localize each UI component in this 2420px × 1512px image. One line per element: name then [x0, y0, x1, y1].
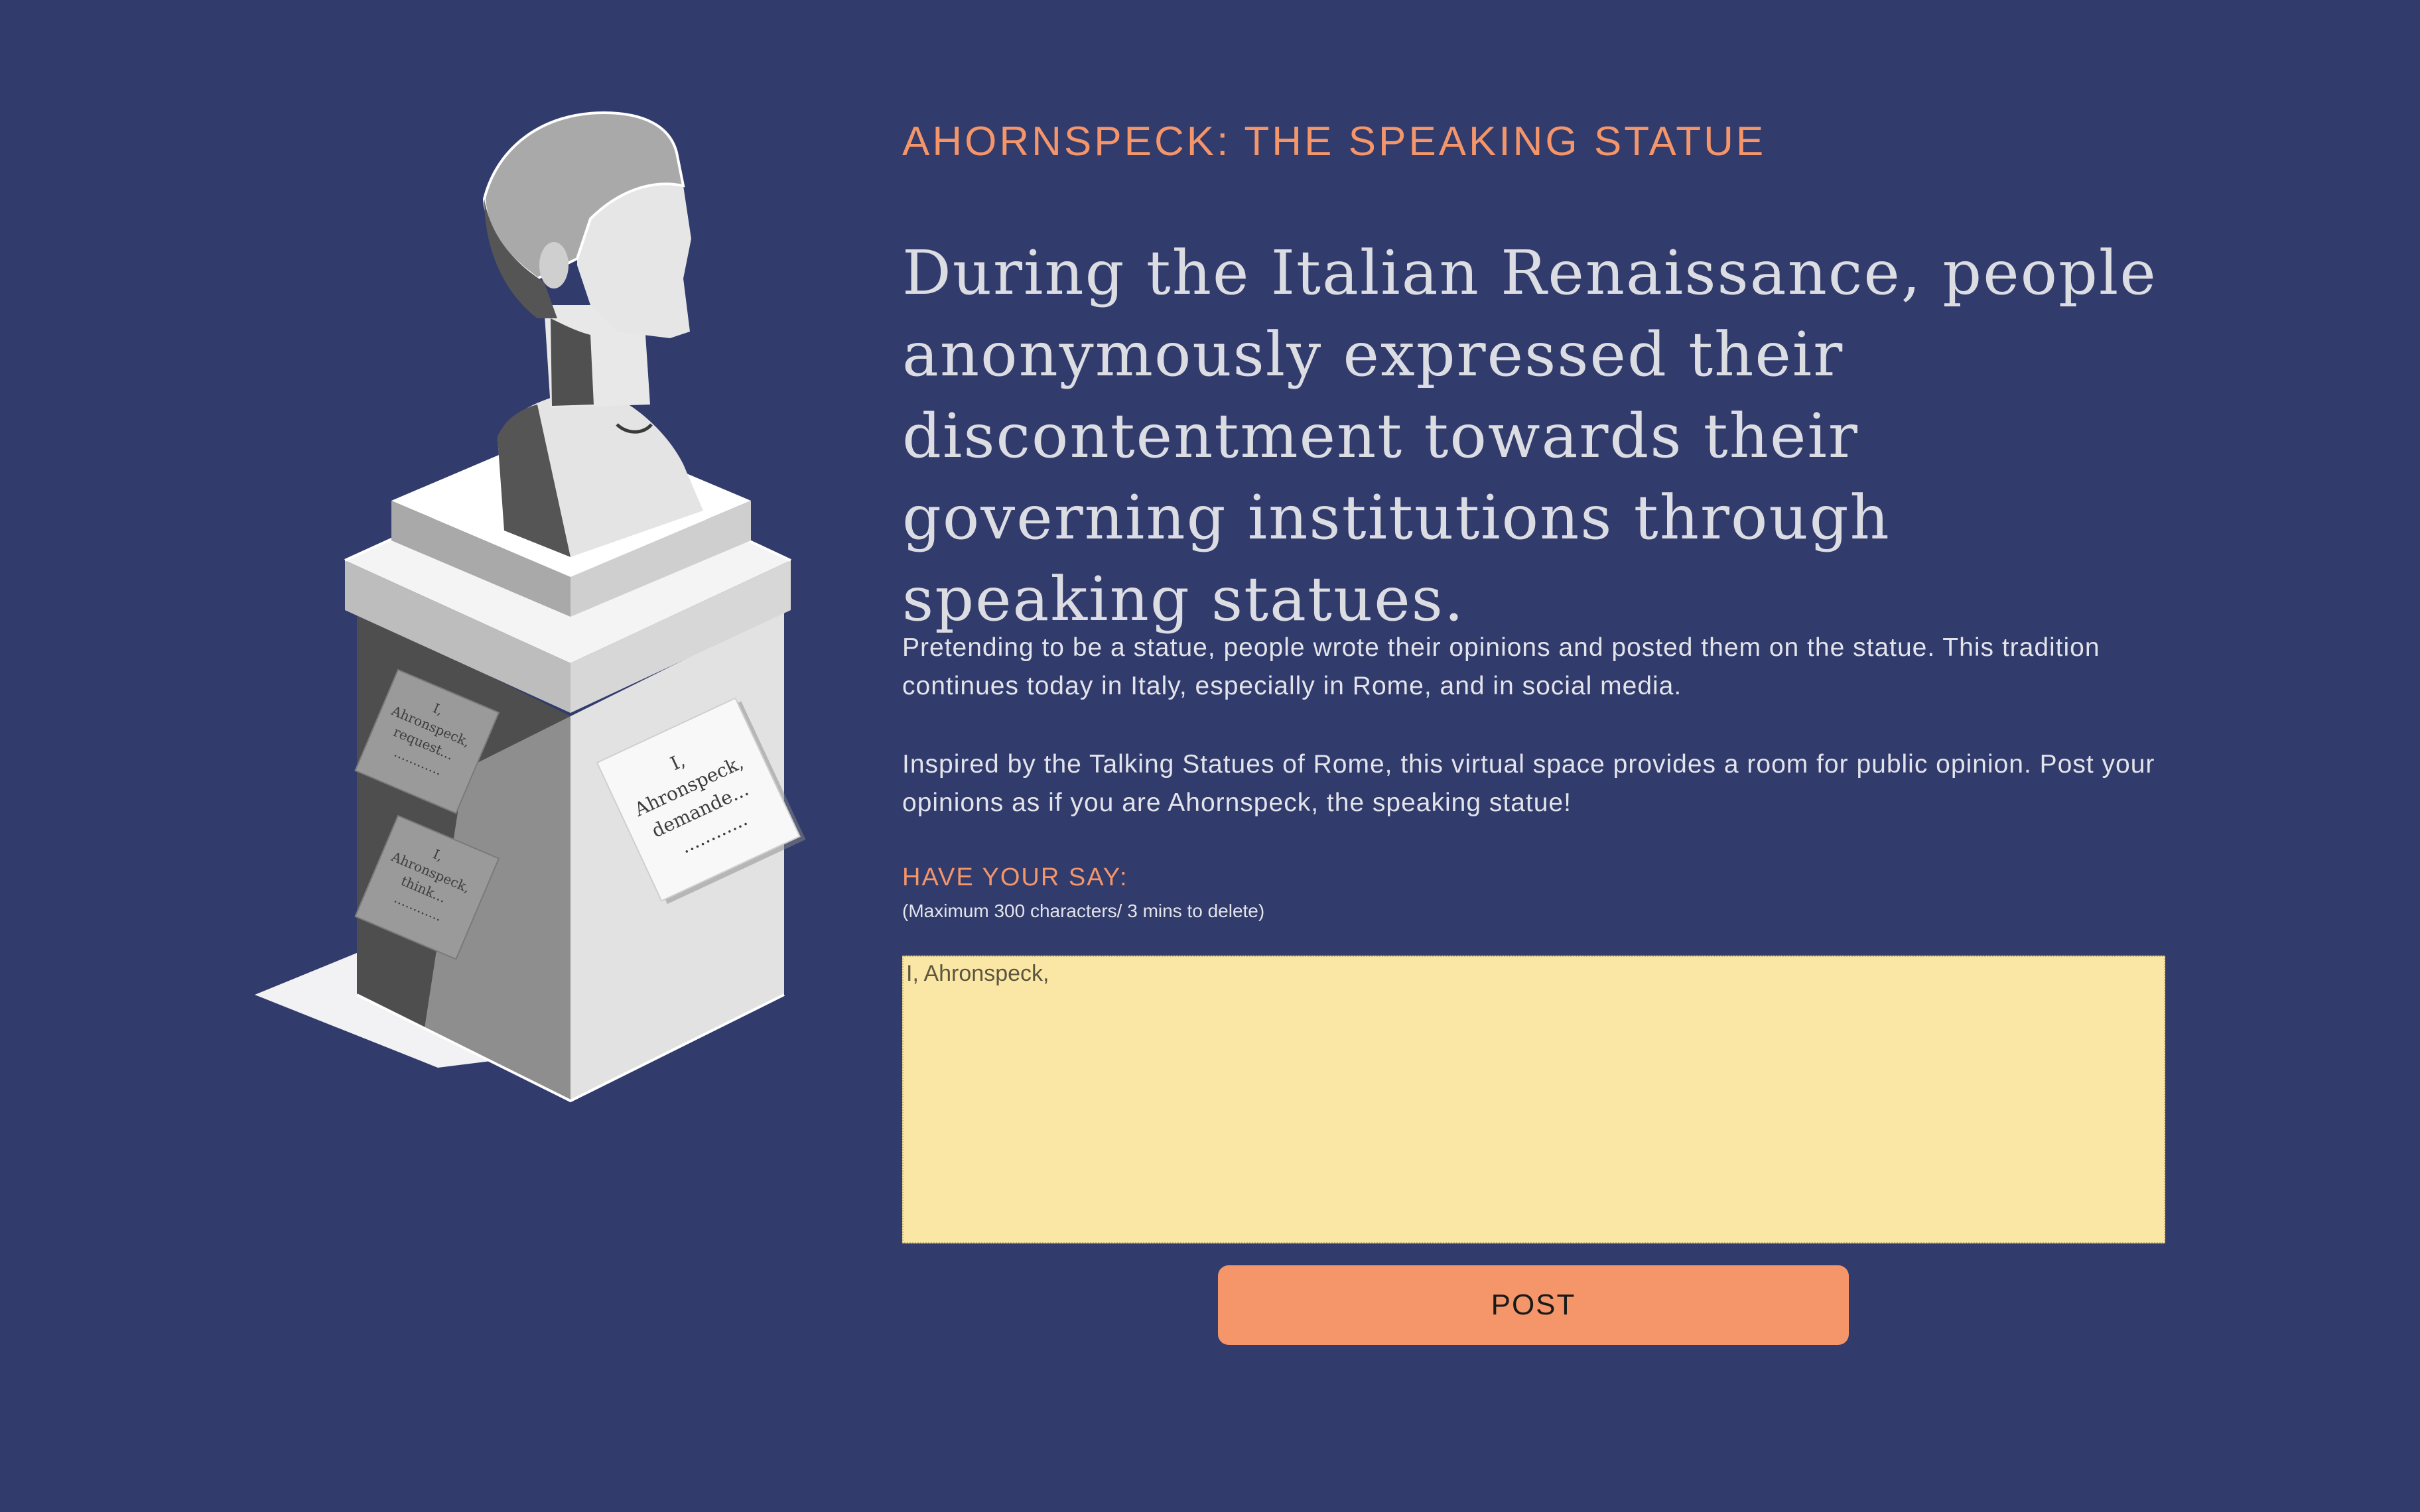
page-title: AHORNSPECK: THE SPEAKING STATUE	[902, 119, 1767, 164]
have-your-say-label: HAVE YOUR SAY:	[902, 863, 1128, 891]
inspiration-paragraph: Inspired by the Talking Statues of Rome,…	[902, 750, 2155, 817]
character-limit-note: (Maximum 300 characters/ 3 mins to delet…	[902, 901, 1265, 921]
headline: During the Italian Renaissance, people a…	[902, 237, 2157, 635]
statue-illustration: I, Ahronspeck, request... ............ I…	[245, 106, 809, 1114]
intro-paragraph: Pretending to be a statue, people wrote …	[902, 633, 2100, 700]
opinion-input[interactable]: I, Ahronspeck,	[902, 956, 2165, 1243]
post-button[interactable]: POST	[1218, 1265, 1849, 1345]
bust-ear	[539, 242, 569, 288]
